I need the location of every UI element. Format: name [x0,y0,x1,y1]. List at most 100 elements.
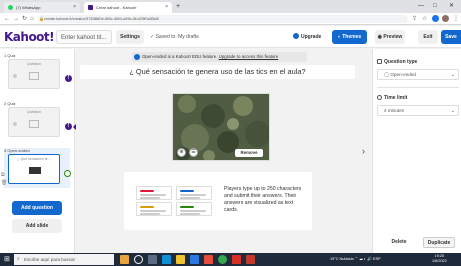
clock-date: 1/6/2022 [432,259,447,263]
themes-label: Themes [342,34,362,40]
warning-icon[interactable]: ! [65,75,72,82]
question-media-image[interactable]: ⊕ ☰ Remove [172,93,270,161]
zoom-media-icon[interactable]: ⊕ [177,148,186,157]
slide-item-3[interactable]: 3 Open-ended ¿ Qué sensación te... [4,148,71,188]
edu-feature-notice: Open-ended is a Kahoot! EDU feature. Upg… [132,52,307,62]
add-question-button[interactable]: Add question [12,201,62,215]
question-editor: Open-ended is a Kahoot! EDU feature. Upg… [76,49,359,253]
browser-tab-kahoot[interactable]: Crear kahoot - Kahoot! × [84,2,172,13]
complete-status-icon [64,170,71,177]
preview-label: Preview [383,34,403,40]
forward-icon[interactable]: → [13,15,19,23]
windows-start-icon[interactable]: ⊞ [4,256,10,263]
question-type-select[interactable]: ◯ Open-ended ⌄ [377,69,459,80]
file-explorer-icon[interactable] [176,255,185,264]
add-slide-button[interactable]: Add slide [12,219,62,233]
remove-media-button[interactable]: Remove [235,149,263,157]
preview-button[interactable]: ◉ Preview [375,30,405,44]
time-limit-value: 4 minutes [384,108,404,113]
tab-label: Crear kahoot - Kahoot! [96,5,137,10]
chevron-down-icon: ⌄ [450,108,455,114]
url-text: create.kahoot.it/creator/3763880e-f85c-4… [44,16,159,21]
thumbnail-image-placeholder [29,72,39,80]
app-icon[interactable] [246,255,255,264]
close-window-icon[interactable]: ✕ [449,2,454,10]
kahoot-title-input[interactable]: Enter kahoot tit... [56,30,112,44]
minimize-icon[interactable]: — [418,2,424,10]
url-field[interactable]: 🔒 create.kahoot.it/creator/3763880e-f85c… [38,15,408,23]
question-settings-panel: Question type ◯ Open-ended ⌄ Time limit … [372,49,461,253]
share-icon[interactable]: ⇪ [412,15,417,23]
question-type-icon [377,59,382,64]
thumbnail-image-placeholder [29,120,39,128]
edge-icon[interactable] [162,255,171,264]
taskbar-search[interactable]: ⌕ Escribe aquí para buscar [14,254,114,265]
upgrade-button[interactable]: Upgrade [293,30,327,44]
cortana-icon[interactable] [134,255,143,264]
windows-taskbar: ⊞ ⌕ Escribe aquí para buscar 19°C Nublad… [0,253,461,266]
exit-button[interactable]: Exit [418,30,438,44]
slide-number: 1 Quiz [4,53,16,58]
edit-media-icon[interactable]: ☰ [189,148,198,157]
menu-icon[interactable]: ⋮ [453,15,459,23]
duplicate-button[interactable]: Duplicate [423,237,455,248]
text-cards-illustration [136,186,214,216]
browser-tab-whatsapp[interactable]: (7) WhatsApp × [4,2,80,13]
chevron-right-icon[interactable]: › [362,147,365,156]
time-limit-select[interactable]: 4 minutes ⌄ [377,105,459,116]
chevron-down-icon: ⌄ [450,72,455,78]
bookmark-icon[interactable]: ☆ [422,15,427,23]
chrome-icon[interactable] [218,255,227,264]
profile-avatar[interactable] [442,15,449,22]
address-bar: ← → ↻ ⌂ 🔒 create.kahoot.it/creator/37638… [0,13,461,25]
tray-icons[interactable]: ⌃ ☁ ◐ 🔊 [355,257,373,261]
duplicate-slide-icon[interactable]: ⧉ [1,172,5,178]
language-indicator[interactable]: ESP [373,257,381,261]
kahoot-tab-icon [88,5,93,10]
warning-icon[interactable]: ! [65,123,72,130]
question-type-label: Question type [377,59,417,65]
info-icon [134,54,140,60]
store-icon[interactable] [190,255,199,264]
slide-thumbnail[interactable]: ¿ Qué sensación te... [8,154,60,184]
slide-thumbnail[interactable]: Question [8,107,60,137]
maximize-icon[interactable]: □ [433,2,437,10]
extension-icon[interactable] [432,15,439,22]
slide-item-2[interactable]: 2 Quiz Question ! [4,101,72,141]
slide-sidebar: 1 Quiz Question ! 2 Quiz Question ! 3 Op… [0,49,75,253]
kahoot-logo[interactable]: Kahoot! [4,30,55,44]
time-limit-label: Time limit [377,95,407,101]
upgrade-link[interactable]: Upgrade to access this feature [219,54,279,59]
slide-item-1[interactable]: 1 Quiz Question ! [4,53,72,93]
question-type-value: Open-ended [390,72,416,77]
illustration-card [136,186,172,200]
slide-number: 2 Quiz [4,101,16,106]
illustration-card [176,202,212,216]
settings-button[interactable]: Settings [116,30,144,44]
open-ended-info-card: Players type up to 250 characters and su… [124,172,312,230]
question-type-label-text: Question type [384,59,418,65]
reload-icon[interactable]: ↻ [22,15,27,23]
app-icon[interactable] [232,255,241,264]
lock-icon: 🔒 [39,16,44,21]
save-button[interactable]: Save [441,30,461,44]
upgrade-label: Upgrade [301,34,322,40]
back-icon[interactable]: ← [4,15,10,23]
time-limit-label-text: Time limit [384,95,408,101]
weather-text: 19°C Nublado [330,257,354,261]
task-view-icon[interactable] [148,255,157,264]
taskbar-clock[interactable]: 19:25 1/6/2022 [432,254,447,264]
delete-slide-icon[interactable]: 🗑 [1,180,7,186]
delete-button[interactable]: Delete [385,237,413,248]
slide-thumbnail[interactable]: Question [8,59,60,89]
close-tab-icon[interactable]: × [165,2,168,13]
weather-widget-icon[interactable] [120,255,129,264]
themes-button[interactable]: ◐ Themes [332,30,367,44]
question-title-input[interactable]: ¿ Qué sensación te genera uso de las tic… [80,65,355,79]
new-tab-icon[interactable]: + [176,2,180,11]
divider [377,87,459,88]
home-icon[interactable]: ⌂ [30,15,34,23]
illustration-card [136,202,172,216]
close-tab-icon[interactable]: × [73,2,76,13]
mail-icon[interactable] [204,255,213,264]
